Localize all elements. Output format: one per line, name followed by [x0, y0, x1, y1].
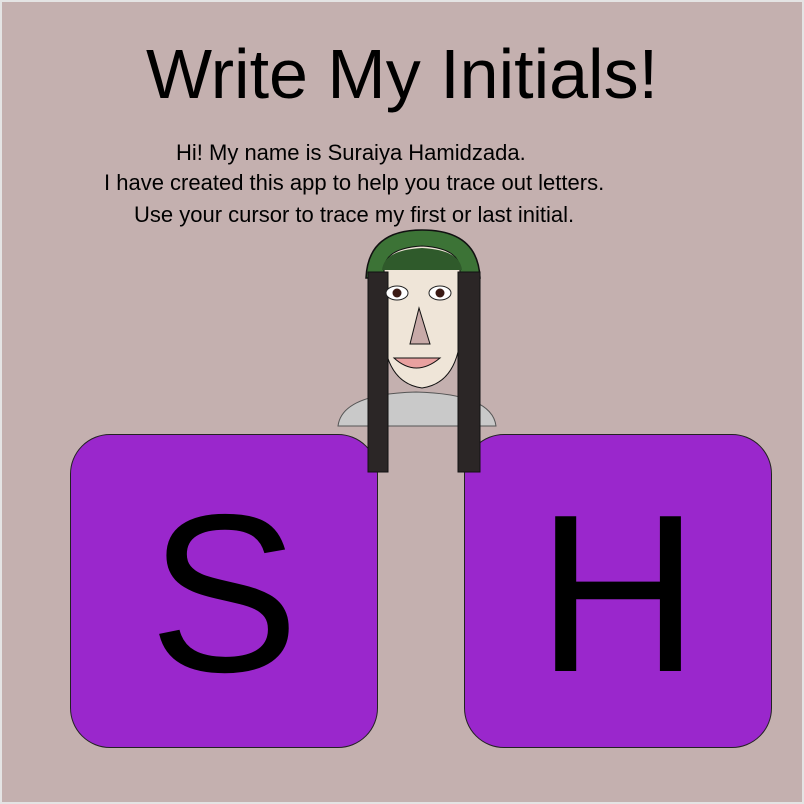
- tile-letter: H: [536, 467, 700, 719]
- hair-left: [367, 271, 389, 473]
- intro-line: Use your cursor to trace my first or las…: [134, 202, 575, 227]
- pupil-right: [435, 288, 445, 298]
- pupil-left: [392, 288, 402, 298]
- shoulders: [337, 391, 497, 427]
- tile-letter: S: [148, 467, 300, 719]
- app-canvas: Write My Initials! Hi! My name is Suraiy…: [0, 0, 804, 804]
- eye-right: [428, 285, 452, 301]
- initial-tile-h[interactable]: H: [464, 434, 772, 748]
- initial-tile-s[interactable]: S: [70, 434, 378, 748]
- eye-left: [385, 285, 409, 301]
- hat: [365, 229, 481, 279]
- hair-fringe: [382, 248, 462, 270]
- mouth: [392, 357, 442, 369]
- page-title: Write My Initials!: [145, 35, 659, 113]
- intro-line: Hi! My name is Suraiya Hamidzada.: [176, 140, 526, 165]
- intro-line: I have created this app to help you trac…: [104, 170, 605, 195]
- face: [383, 245, 461, 389]
- nose: [409, 306, 431, 345]
- hair-right: [457, 271, 481, 473]
